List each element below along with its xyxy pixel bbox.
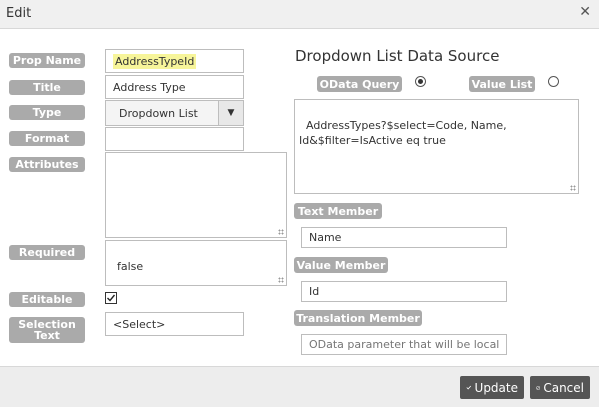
title-value: Address Type <box>113 80 186 94</box>
dialog-footer: Update Cancel <box>0 366 599 407</box>
selection-text-label: Selection Text <box>9 317 85 343</box>
editable-label: Editable <box>9 292 85 307</box>
odata-query-radio[interactable] <box>415 76 426 87</box>
cancel-label: Cancel <box>543 380 584 395</box>
odata-query-textarea[interactable]: AddressTypes?$select=Code, Name, Id&$fil… <box>294 99 579 194</box>
check-icon <box>466 385 472 390</box>
update-label: Update <box>474 380 518 395</box>
translation-member-input[interactable] <box>301 334 507 355</box>
close-icon[interactable]: ✕ <box>579 5 591 19</box>
odata-query-value: AddressTypes?$select=Code, Name, Id&$fil… <box>299 119 507 147</box>
prop-name-value: AddressTypeId <box>113 53 197 69</box>
type-value: Dropdown List <box>119 106 198 120</box>
prop-name-field[interactable]: AddressTypeId <box>105 49 244 73</box>
value-member-label: Value Member <box>294 257 388 273</box>
update-button[interactable]: Update <box>460 376 524 399</box>
value-list-label: Value List <box>469 76 535 92</box>
resize-grip-icon[interactable] <box>278 277 284 283</box>
resize-grip-icon[interactable] <box>278 229 284 235</box>
title-label: Title <box>9 80 85 95</box>
attributes-label: Attributes <box>9 157 85 172</box>
required-label: Required <box>9 245 85 260</box>
value-member-value: Id <box>309 285 320 298</box>
format-field[interactable] <box>105 127 244 151</box>
chevron-down-icon[interactable]: ▼ <box>218 101 243 125</box>
value-list-radio[interactable] <box>548 76 559 87</box>
type-select[interactable]: Dropdown List ▼ <box>105 100 244 126</box>
text-member-value: Name <box>309 231 342 244</box>
dialog-title: Edit <box>6 6 32 21</box>
selection-text-field[interactable]: <Select> <box>105 312 244 336</box>
datasource-heading: Dropdown List Data Source <box>295 47 500 65</box>
cancel-button[interactable]: Cancel <box>530 376 590 399</box>
odata-query-label: OData Query <box>317 76 402 92</box>
text-member-label: Text Member <box>294 203 382 219</box>
translation-member-label: Translation Member <box>294 310 422 326</box>
selection-text-value: <Select> <box>113 317 166 331</box>
cancel-icon <box>536 385 541 390</box>
format-label: Format <box>9 131 85 146</box>
check-icon <box>107 294 116 302</box>
editable-checkbox[interactable] <box>105 292 117 304</box>
type-label: Type <box>9 105 85 120</box>
title-field[interactable]: Address Type <box>105 75 244 99</box>
required-value: false <box>117 260 144 273</box>
attributes-textarea[interactable] <box>105 152 287 238</box>
dialog-titlebar: Edit ✕ <box>0 0 599 29</box>
resize-grip-icon[interactable] <box>570 185 576 191</box>
prop-name-label: Prop Name <box>9 53 85 68</box>
value-member-field[interactable]: Id <box>301 281 507 302</box>
required-textarea[interactable]: false <box>105 240 287 286</box>
text-member-field[interactable]: Name <box>301 227 507 248</box>
